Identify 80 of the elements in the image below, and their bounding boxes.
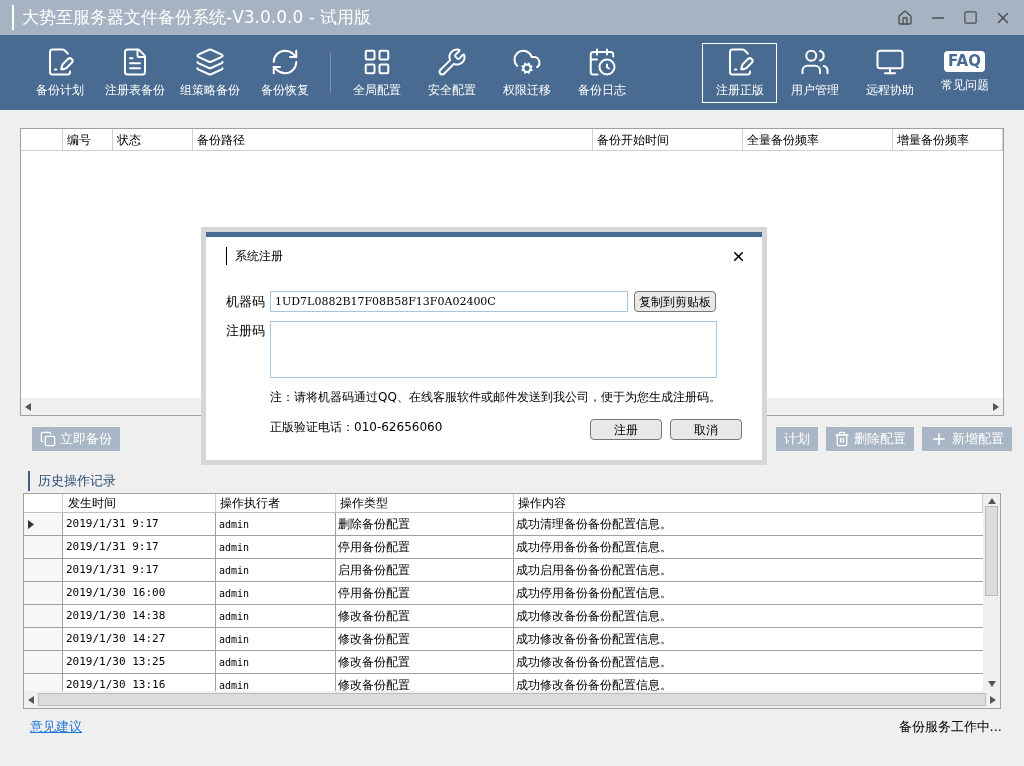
- layers-icon: [194, 46, 225, 77]
- cancel-button[interactable]: 取消: [670, 419, 742, 440]
- table-cell: 删除备份配置: [336, 513, 514, 535]
- field-label: 注册码: [226, 322, 266, 340]
- toolbar-button[interactable]: 全局配置: [339, 42, 414, 103]
- table-cell: 2019/1/30 16:00: [63, 582, 216, 604]
- column-header[interactable]: 全量备份频率: [743, 129, 893, 150]
- trash-icon: [834, 431, 850, 447]
- table-cell: 2019/1/31 9:17: [63, 513, 216, 535]
- feedback-link[interactable]: 意见建议: [30, 717, 82, 737]
- copy-button[interactable]: 复制到剪贴板: [634, 291, 716, 312]
- table-cell: admin: [216, 605, 336, 627]
- table-cell: admin: [216, 536, 336, 558]
- window-title: 大势至服务器文件备份系统-V3.0.0.0 - 试用版: [12, 4, 372, 31]
- table-cell: 修改备份配置: [336, 605, 514, 627]
- toolbar-button[interactable]: 备份恢复: [247, 42, 322, 103]
- toolbar-button[interactable]: 注册正版: [702, 42, 777, 103]
- table-cell-text: 成功修改备份备份配置信息。: [515, 631, 673, 648]
- table-cell: 停用备份配置: [336, 582, 514, 604]
- phone-text: 正版验证电话：010-62656060: [270, 418, 443, 436]
- toolbar-button[interactable]: 备份日志: [564, 42, 639, 103]
- column-header[interactable]: 备份路径: [193, 129, 593, 150]
- registration-code-field[interactable]: [270, 321, 717, 378]
- table-cell: 修改备份配置: [336, 651, 514, 673]
- table-cell: 2019/1/30 13:25: [63, 651, 216, 673]
- note-text: 注：请将机器码通过QQ、在线客服软件或邮件发送到我公司，便于为您生成注册码。: [270, 389, 722, 406]
- scroll-arrow-icon[interactable]: [28, 695, 34, 704]
- column-header[interactable]: 发生时间: [63, 494, 216, 512]
- table-cell: 2019/1/31 9:17: [63, 559, 216, 581]
- table-cell: admin: [216, 582, 336, 604]
- dialog-title: 系统注册: [226, 247, 283, 265]
- column-header[interactable]: 编号: [63, 129, 113, 150]
- column-header[interactable]: 备份开始时间: [593, 129, 743, 150]
- table-cell: 停用备份配置: [336, 536, 514, 558]
- column-header[interactable]: 状态: [113, 129, 193, 150]
- table-cell: admin: [216, 559, 336, 581]
- table-cell: 修改备份配置: [336, 628, 514, 650]
- table-cell-text: 成功修改备份备份配置信息。: [515, 677, 673, 691]
- horizontal-scrollbar[interactable]: [24, 691, 1000, 708]
- maximize-icon[interactable]: [963, 10, 978, 25]
- toolbar-button[interactable]: 安全配置: [414, 42, 489, 103]
- table-cell: 2019/1/31 9:17: [63, 536, 216, 558]
- table-cell-text: 成功修改备份备份配置信息。: [515, 608, 673, 625]
- toolbar-button[interactable]: 备份计划: [22, 42, 97, 103]
- table-cell: 2019/1/30 14:27: [63, 628, 216, 650]
- toolbar-button[interactable]: FAQ 常见问题: [927, 42, 1002, 103]
- table-cell-text: 成功停用备份备份配置信息。: [515, 585, 673, 602]
- scroll-arrow-icon[interactable]: [987, 498, 996, 504]
- table-cell-text: 成功启用备份备份配置信息。: [515, 562, 673, 579]
- status-text: 备份服务工作中...: [898, 718, 1002, 736]
- column-header[interactable]: 操作执行者: [216, 494, 336, 512]
- scroll-arrow-icon[interactable]: [993, 402, 999, 411]
- table-cell-text: 成功修改备份备份配置信息。: [515, 654, 673, 671]
- faq-badge: FAQ: [944, 51, 985, 72]
- row-header[interactable]: [24, 513, 63, 535]
- toolbar-button[interactable]: 权限迁移: [489, 42, 564, 103]
- scroll-arrow-icon[interactable]: [25, 402, 31, 411]
- toolbar-button[interactable]: 远程协助: [852, 42, 927, 103]
- plus-icon: [930, 430, 948, 448]
- table-cell: 启用备份配置: [336, 559, 514, 581]
- machine-code-field[interactable]: 1UD7L0882B17F08B58F13F0A02400C: [270, 291, 628, 312]
- tools-icon: [436, 46, 467, 77]
- column-header[interactable]: 增量备份频率: [893, 129, 1003, 150]
- field-label: 机器码: [226, 292, 266, 311]
- toolbar-button[interactable]: 组策略备份: [172, 42, 247, 103]
- toolbar-button[interactable]: 用户管理: [777, 42, 852, 103]
- toolbar-button[interactable]: 注册表备份: [97, 42, 172, 103]
- table-cell-text: 成功清理备份备份配置信息。: [515, 516, 673, 533]
- home-icon[interactable]: [897, 9, 913, 26]
- table-cell-text: 成功停用备份备份配置信息。: [515, 539, 673, 556]
- vertical-scrollbar[interactable]: [983, 494, 1000, 691]
- column-header[interactable]: 操作类型: [336, 494, 514, 512]
- table-cell: admin: [216, 651, 336, 673]
- current-row-icon: [28, 519, 34, 529]
- copy-icon: [40, 431, 56, 447]
- table-cell: admin: [216, 513, 336, 535]
- section-title: 历史操作记录: [28, 471, 116, 491]
- table-cell: 2019/1/30 14:38: [63, 605, 216, 627]
- table-cell: admin: [216, 628, 336, 650]
- register-button[interactable]: 注册: [590, 419, 662, 440]
